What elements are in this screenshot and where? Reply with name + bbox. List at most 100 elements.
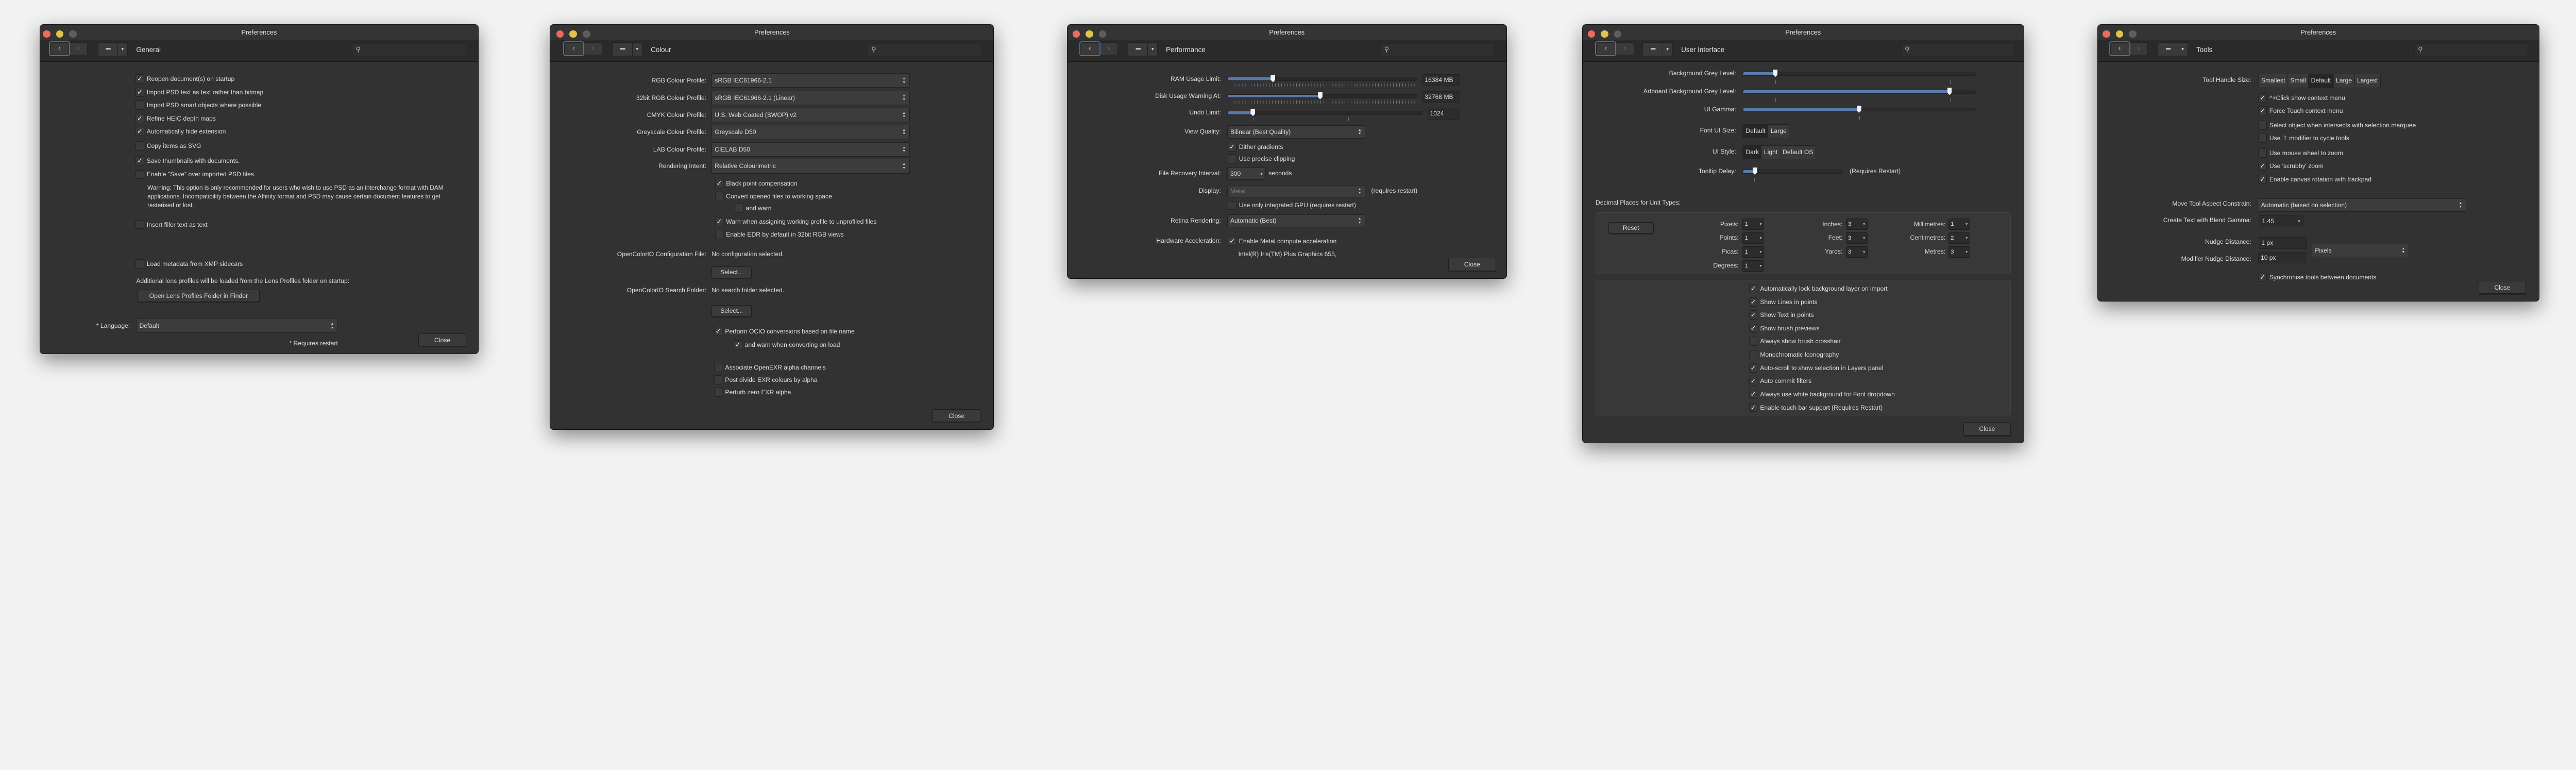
checkbox[interactable]: ✓	[1228, 142, 1236, 152]
open-lens-profiles-button[interactable]: Open Lens Profiles Folder in Finder	[137, 289, 260, 303]
option-dither-gradients[interactable]: ✓ Dither gradients	[1228, 142, 1283, 152]
chevron-down-icon[interactable]: ▾	[2177, 42, 2188, 56]
blend-gamma-select[interactable]: 1.45 ▾	[2259, 215, 2303, 228]
segment-large[interactable]: Large	[2333, 74, 2354, 88]
option-lines-in-points[interactable]: ✓ Show Lines in points	[1749, 297, 1818, 307]
disk-warning-value[interactable]: 32768 MB	[1422, 91, 1460, 103]
close-button[interactable]: Close	[1963, 422, 2011, 436]
show-all-button[interactable]: ▪▪▪▪ ▾	[2158, 42, 2188, 57]
option-auto-scroll-layers[interactable]: ✓ Auto-scroll to show selection in Layers…	[1749, 363, 1884, 373]
checkbox[interactable]	[714, 363, 723, 373]
checkbox[interactable]	[1228, 200, 1236, 210]
option-brush-previews[interactable]: ✓ Show brush previews	[1749, 323, 1820, 333]
slider-thumb[interactable]	[1317, 92, 1323, 99]
option-ocio-conversions[interactable]: ✓ Perform OCIO conversions based on file …	[714, 326, 855, 336]
chevron-down-icon[interactable]: ▾	[117, 42, 127, 56]
checkbox[interactable]	[135, 170, 144, 179]
forward-button[interactable]: ›	[1099, 42, 1118, 56]
option-mouse-wheel-zoom[interactable]: Use mouse wheel to zoom	[2258, 148, 2343, 158]
chevron-down-icon[interactable]: ▾	[1662, 42, 1672, 56]
option-reopen-documents[interactable]: ✓ Reopen document(s) on startup	[135, 74, 234, 84]
degrees-decimal-select[interactable]: 1 ▾	[1742, 260, 1765, 272]
option-precise-clipping[interactable]: Use precise clipping	[1228, 154, 1295, 164]
language-select[interactable]: Default ▲ ▼	[136, 319, 338, 333]
checkbox[interactable]	[715, 229, 724, 239]
checkbox[interactable]	[1228, 154, 1236, 164]
show-all-button[interactable]: ▪▪▪▪ ▾	[1642, 42, 1673, 57]
lab-profile-select[interactable]: CIELAB D50 ▲ ▼	[711, 142, 910, 157]
checkbox[interactable]: ✓	[135, 156, 144, 165]
option-convert-opened[interactable]: Convert opened files to working space	[715, 192, 832, 202]
segment-style-default-os[interactable]: Default OS	[1780, 145, 1816, 159]
checkbox[interactable]	[734, 204, 743, 213]
forward-button[interactable]: ›	[69, 42, 88, 56]
search-input[interactable]: ⚲	[867, 43, 982, 57]
view-quality-select[interactable]: Bilinear (Best Quality) ▲ ▼	[1227, 125, 1366, 139]
option-text-in-points[interactable]: ✓ Show Text in points	[1749, 310, 1814, 320]
disk-warning-slider[interactable]	[1227, 92, 1417, 99]
modifier-nudge-input[interactable]: 10 px	[2258, 252, 2307, 264]
chevron-down-icon[interactable]: ▾	[1147, 42, 1157, 56]
select-ocio-folder-button[interactable]: Select...	[711, 305, 752, 317]
segment-small[interactable]: Small	[2287, 74, 2309, 88]
chevron-down-icon[interactable]: ▾	[632, 42, 642, 56]
option-copy-svg[interactable]: Copy items as SVG	[135, 141, 201, 150]
segment-default[interactable]: Default	[2308, 74, 2333, 88]
option-lock-background[interactable]: ✓ Automatically lock background layer on …	[1749, 283, 1888, 293]
checkbox[interactable]: ✓	[1749, 376, 1758, 386]
checkbox[interactable]: ✓	[1749, 297, 1758, 307]
checkbox[interactable]: ✓	[2258, 272, 2267, 282]
back-button[interactable]: ‹	[1079, 41, 1100, 57]
millimetres-decimal-select[interactable]: 1 ▾	[1948, 219, 1971, 230]
show-all-button[interactable]: ▪▪▪▪ ▾	[97, 42, 128, 57]
checkbox[interactable]	[135, 101, 144, 110]
bg-grey-slider[interactable]	[1742, 70, 1976, 77]
forward-button[interactable]: ›	[1615, 42, 1634, 56]
close-button[interactable]: Close	[2478, 280, 2526, 294]
rgb-profile-select[interactable]: sRGB IEC61966-2.1 ▲ ▼	[711, 73, 910, 88]
checkbox[interactable]	[135, 141, 144, 150]
option-warn-converting[interactable]: ✓ and warn when converting on load	[733, 340, 840, 349]
checkbox[interactable]: ✓	[714, 327, 723, 336]
cmyk-profile-select[interactable]: U.S. Web Coated (SWOP) v2 ▲ ▼	[711, 107, 910, 122]
checkbox[interactable]: ✓	[135, 127, 144, 137]
option-black-point[interactable]: ✓ Black point compensation	[715, 178, 797, 188]
artboard-grey-slider[interactable]	[1742, 88, 1976, 95]
segment-style-light[interactable]: Light	[1761, 145, 1780, 159]
segment-style-dark[interactable]: Dark	[1742, 145, 1761, 159]
close-button[interactable]: Close	[418, 333, 466, 347]
option-associate-exr-alpha[interactable]: Associate OpenEXR alpha channels	[714, 363, 826, 373]
select-ocio-config-button[interactable]: Select...	[711, 266, 752, 278]
checkbox[interactable]: ✓	[2258, 161, 2267, 171]
option-enable-edr[interactable]: Enable EDR by default in 32bit RGB views	[715, 229, 844, 239]
forward-button[interactable]: ›	[2129, 42, 2148, 56]
centimetres-decimal-select[interactable]: 2 ▾	[1948, 232, 1971, 244]
option-brush-crosshair[interactable]: Always show brush crosshair	[1749, 337, 1841, 346]
checkbox[interactable]	[714, 375, 723, 384]
checkbox[interactable]	[714, 388, 723, 397]
segment-font-large[interactable]: Large	[1768, 124, 1789, 138]
back-button[interactable]: ‹	[563, 41, 584, 57]
slider-thumb[interactable]	[1752, 167, 1757, 175]
checkbox[interactable]	[2258, 121, 2267, 130]
show-all-button[interactable]: ▪▪▪▪ ▾	[612, 42, 642, 57]
checkbox[interactable]: ✓	[135, 87, 144, 97]
slider-thumb[interactable]	[1773, 70, 1778, 77]
option-touch-bar[interactable]: ✓ Enable touch bar support (Requires Rest…	[1749, 403, 1883, 412]
option-warn-unprofiled[interactable]: ✓ Warn when assigning working profile to …	[715, 216, 876, 226]
checkbox[interactable]	[1749, 350, 1758, 360]
checkbox[interactable]: ✓	[1749, 323, 1758, 333]
option-metal-compute[interactable]: ✓ Enable Metal compute acceleration	[1228, 236, 1336, 246]
checkbox[interactable]: ✓	[1749, 284, 1758, 293]
checkbox[interactable]	[1749, 337, 1758, 346]
checkbox[interactable]: ✓	[2258, 106, 2267, 116]
option-integrated-gpu[interactable]: Use only integrated GPU (requires restar…	[1228, 200, 1356, 210]
nudge-unit-select[interactable]: Pixels ▲ ▼	[2312, 244, 2409, 257]
option-hide-extension[interactable]: ✓ Automatically hide extension	[135, 127, 226, 137]
search-input[interactable]: ⚲	[2414, 43, 2529, 57]
undo-limit-value[interactable]: 1024	[1427, 108, 1460, 120]
checkbox[interactable]: ✓	[1749, 390, 1758, 399]
close-button[interactable]: Close	[1448, 257, 1496, 271]
option-canvas-rotation[interactable]: ✓ Enable canvas rotation with trackpad	[2258, 174, 2371, 184]
checkbox[interactable]	[135, 259, 144, 269]
